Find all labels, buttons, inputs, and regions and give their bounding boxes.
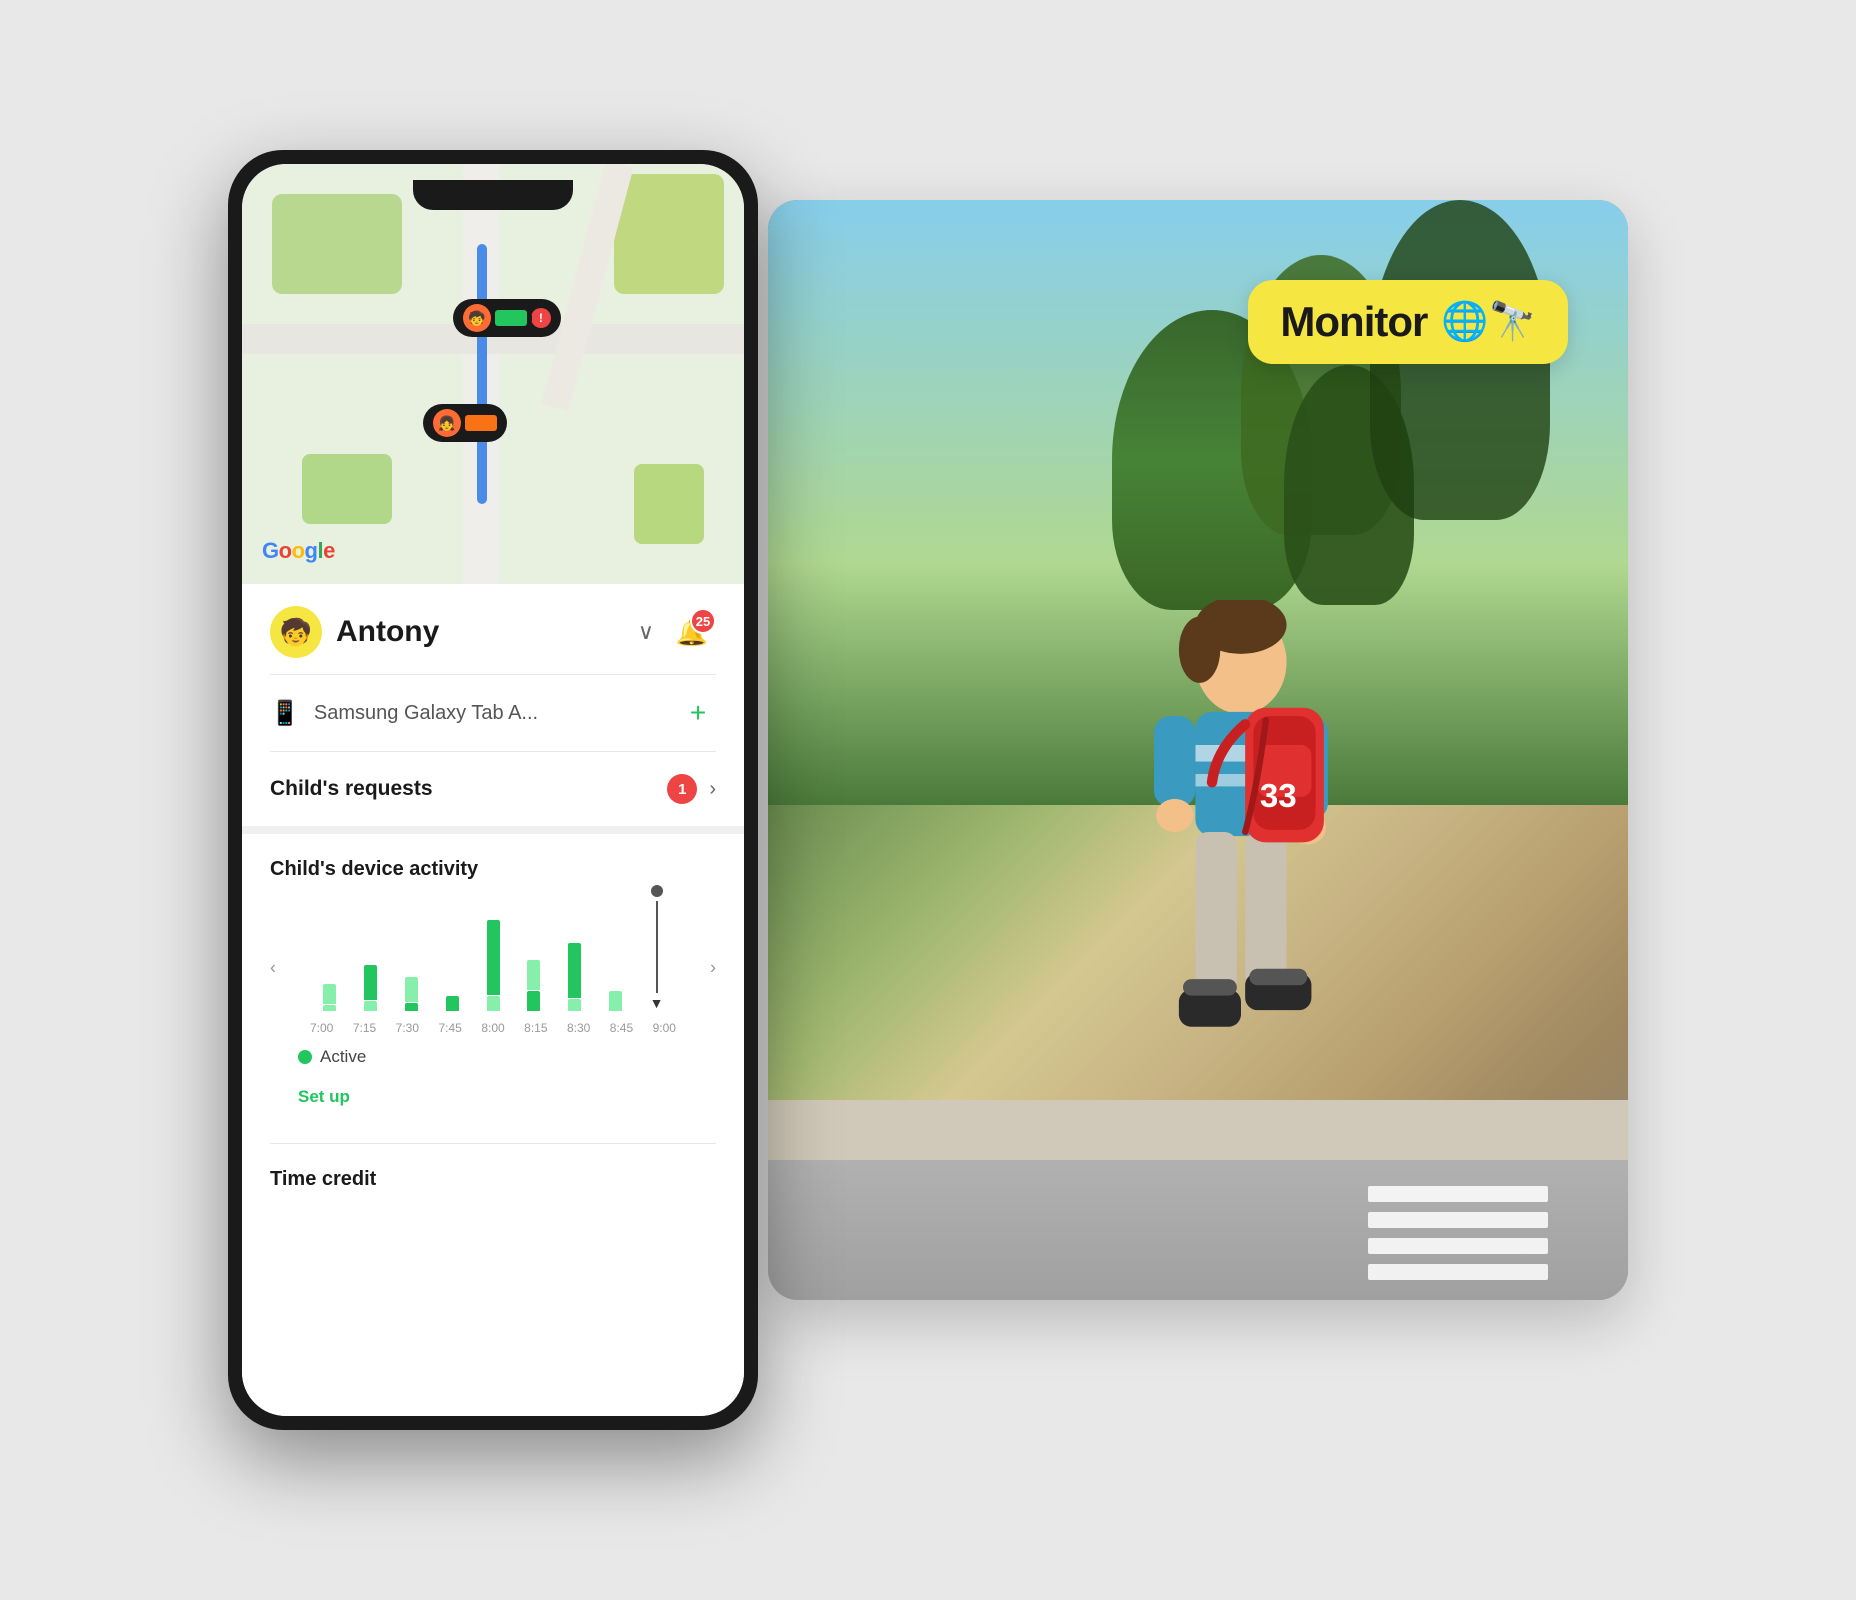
time-label-745: 7:45 bbox=[438, 1021, 461, 1035]
chart-nav-left[interactable]: ‹ bbox=[270, 958, 276, 979]
app-header: 🧒 Antony ∨ 🔔 25 bbox=[242, 584, 744, 674]
tablet-icon: 📱 bbox=[270, 699, 300, 728]
map-pin-1[interactable]: 🧒 ! bbox=[453, 299, 561, 337]
add-device-button[interactable]: + bbox=[680, 695, 716, 731]
time-label-845: 8:45 bbox=[610, 1021, 633, 1035]
activity-section: Child's device activity ‹ › bbox=[242, 834, 744, 1143]
section-divider-1 bbox=[242, 826, 744, 834]
photo-card: 33 Monitor 🌐🔭 bbox=[768, 200, 1628, 1300]
requests-badge: 1 bbox=[667, 774, 697, 804]
pin-avatar-2: 👧 bbox=[433, 409, 461, 437]
setup-link[interactable]: Set up bbox=[270, 1079, 716, 1123]
phone-screen: 🧒 ! 👧 Google bbox=[242, 164, 744, 1416]
time-label-830: 8:30 bbox=[567, 1021, 590, 1035]
legend-row: Active bbox=[270, 1035, 716, 1079]
map-background: 🧒 ! 👧 Google bbox=[242, 164, 744, 584]
monitor-label: Monitor bbox=[1280, 298, 1427, 346]
pin-battery-2 bbox=[465, 415, 497, 431]
map-section[interactable]: 🧒 ! 👧 Google bbox=[242, 164, 744, 584]
legend-dot-active bbox=[298, 1050, 312, 1064]
bell-button[interactable]: 🔔 25 bbox=[668, 608, 716, 656]
activity-title: Child's device activity bbox=[270, 858, 716, 881]
pin-battery-1 bbox=[495, 310, 527, 326]
phone-content: 🧒 Antony ∨ 🔔 25 📱 Samsung Galaxy Tab A..… bbox=[242, 584, 744, 1416]
time-label-700: 7:00 bbox=[310, 1021, 333, 1035]
child-name: Antony bbox=[336, 615, 624, 649]
monitor-badge[interactable]: Monitor 🌐🔭 bbox=[1248, 280, 1568, 364]
phone-notch bbox=[413, 180, 573, 210]
bell-badge: 25 bbox=[690, 608, 716, 634]
time-label-715: 7:15 bbox=[353, 1021, 376, 1035]
requests-label: Child's requests bbox=[270, 777, 667, 801]
legend-active-label: Active bbox=[320, 1047, 366, 1067]
time-label-800: 8:00 bbox=[481, 1021, 504, 1035]
device-row[interactable]: 📱 Samsung Galaxy Tab A... + bbox=[242, 675, 744, 751]
device-name: Samsung Galaxy Tab A... bbox=[314, 702, 666, 725]
chevron-down-icon[interactable]: ∨ bbox=[638, 619, 654, 645]
time-label-730: 7:30 bbox=[396, 1021, 419, 1035]
pin-avatar-1: 🧒 bbox=[463, 304, 491, 332]
phone-mockup: 🧒 ! 👧 Google bbox=[228, 150, 758, 1430]
time-credit-title: Time credit bbox=[270, 1168, 716, 1191]
chart-nav-right[interactable]: › bbox=[710, 958, 716, 979]
svg-text:33: 33 bbox=[1260, 778, 1297, 815]
photo-background: 33 bbox=[768, 200, 1628, 1300]
child-avatar: 🧒 bbox=[270, 606, 322, 658]
time-label-900: 9:00 bbox=[653, 1021, 676, 1035]
map-pin-2[interactable]: 👧 bbox=[423, 404, 507, 442]
chart-container: ‹ › bbox=[270, 901, 716, 1035]
time-credit-section: Time credit bbox=[242, 1144, 744, 1215]
requests-chevron-icon: › bbox=[709, 778, 716, 801]
monitor-globe-icon: 🌐🔭 bbox=[1441, 300, 1536, 344]
main-scene: 33 Monitor 🌐🔭 bbox=[228, 150, 1628, 1450]
requests-row[interactable]: Child's requests 1 › bbox=[242, 752, 744, 826]
time-label-815: 8:15 bbox=[524, 1021, 547, 1035]
boy-figure: 33 bbox=[1116, 600, 1366, 1180]
google-logo: Google bbox=[262, 538, 335, 564]
pin-alert-1: ! bbox=[531, 308, 551, 328]
